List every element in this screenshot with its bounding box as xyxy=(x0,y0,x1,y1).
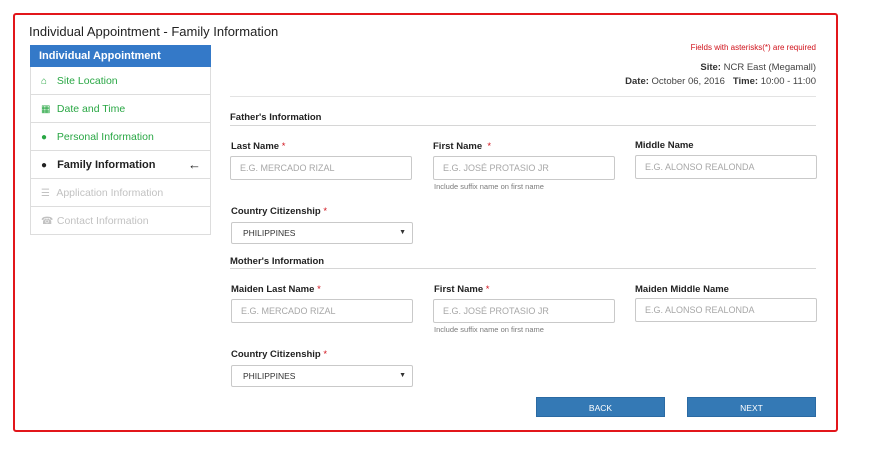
sidebar: Individual Appointment ⌂ Site Location ▦… xyxy=(30,45,211,235)
sidebar-item-contact-information: ☎ Contact Information xyxy=(30,207,211,235)
label-text: First Name xyxy=(433,141,483,152)
sidebar-item-date-and-time[interactable]: ▦ Date and Time xyxy=(30,95,211,123)
date-time-info: Date: October 06, 2016 Time: 10:00 - 11:… xyxy=(625,76,816,87)
required-asterisk: * xyxy=(487,141,492,152)
caret-down-icon: ▼ xyxy=(399,372,406,379)
date-label: Date: xyxy=(625,76,649,87)
list-icon: ☰ xyxy=(41,188,50,199)
site-info: Site: NCR East (Megamall) xyxy=(700,62,816,73)
label-text: Middle Name xyxy=(635,140,694,151)
caret-down-icon: ▼ xyxy=(399,229,406,236)
label-text: Last Name xyxy=(231,141,280,152)
required-asterisk: * xyxy=(317,284,321,295)
time-value: 10:00 - 11:00 xyxy=(760,76,816,87)
sidebar-item-personal-information[interactable]: ● Personal Information xyxy=(30,123,211,151)
site-value: NCR East (Megamall) xyxy=(723,62,816,73)
section-divider xyxy=(230,125,816,126)
calendar-icon: ▦ xyxy=(41,104,51,115)
sidebar-item-application-information: ☰ Application Information xyxy=(30,179,211,207)
sidebar-header: Individual Appointment xyxy=(30,45,211,67)
mother-first-name-label: First Name * xyxy=(434,284,489,295)
label-text: Maiden Middle Name xyxy=(635,284,729,295)
father-first-name-hint: Include suffix name on first name xyxy=(434,182,544,191)
father-last-name-input[interactable] xyxy=(230,156,412,180)
mother-maiden-last-name-input[interactable] xyxy=(231,299,413,323)
sidebar-item-label: Application Information xyxy=(56,187,164,199)
mother-maiden-middle-name-input[interactable] xyxy=(635,298,817,322)
mother-maiden-middle-name-label: Maiden Middle Name xyxy=(635,284,729,295)
mother-first-name-input[interactable] xyxy=(433,299,615,323)
mother-citizenship-label: Country Citizenship * xyxy=(231,349,327,360)
sidebar-item-label: Date and Time xyxy=(56,103,126,115)
home-icon: ⌂ xyxy=(41,76,48,87)
required-asterisk: * xyxy=(323,349,328,360)
father-last-name-label: Last Name * xyxy=(231,141,285,152)
label-text: Maiden Last Name xyxy=(231,284,315,295)
mother-section-title: Mother's Information xyxy=(230,256,325,267)
mother-citizenship-select[interactable]: PHILIPPINES ▼ xyxy=(231,365,413,387)
date-value: October 06, 2016 xyxy=(651,76,725,87)
required-asterisk: * xyxy=(485,284,490,295)
father-middle-name-input[interactable] xyxy=(635,155,817,179)
divider xyxy=(230,96,816,97)
phone-icon: ☎ xyxy=(41,216,54,227)
page-title: Individual Appointment - Family Informat… xyxy=(29,24,279,39)
sidebar-item-label: Site Location xyxy=(56,75,118,87)
sidebar-item-label: Personal Information xyxy=(56,131,154,143)
users-icon: ● xyxy=(41,160,48,171)
father-citizenship-select[interactable]: PHILIPPINES ▼ xyxy=(231,222,413,244)
sidebar-item-family-information[interactable]: ● Family Information ← xyxy=(30,151,211,179)
sidebar-item-label: Family Information xyxy=(57,159,156,171)
mother-maiden-last-name-label: Maiden Last Name * xyxy=(231,284,321,295)
mother-first-name-hint: Include suffix name on first name xyxy=(434,325,544,334)
select-value: PHILIPPINES xyxy=(243,371,296,381)
select-value: PHILIPPINES xyxy=(243,228,296,238)
required-asterisk: * xyxy=(323,206,328,217)
section-divider xyxy=(230,268,816,269)
required-asterisk: * xyxy=(281,141,286,152)
father-citizenship-label: Country Citizenship * xyxy=(231,206,327,217)
user-icon: ● xyxy=(41,132,48,143)
father-first-name-label: First Name * xyxy=(433,141,491,152)
time-label: Time: xyxy=(732,76,759,87)
arrow-left-icon: ← xyxy=(188,157,201,172)
sidebar-item-label: Contact Information xyxy=(56,215,149,227)
father-first-name-input[interactable] xyxy=(433,156,615,180)
father-middle-name-label: Middle Name xyxy=(635,140,694,151)
label-text: Country Citizenship xyxy=(231,206,321,217)
father-section-title: Father's Information xyxy=(230,112,322,123)
sidebar-item-site-location[interactable]: ⌂ Site Location xyxy=(30,67,211,95)
label-text: First Name xyxy=(434,284,484,295)
required-fields-note: Fields with asterisks(*) are required xyxy=(690,43,816,52)
label-text: Country Citizenship xyxy=(231,349,321,360)
site-label: Site: xyxy=(700,62,721,73)
next-button[interactable]: NEXT xyxy=(687,397,816,417)
back-button[interactable]: BACK xyxy=(536,397,665,417)
